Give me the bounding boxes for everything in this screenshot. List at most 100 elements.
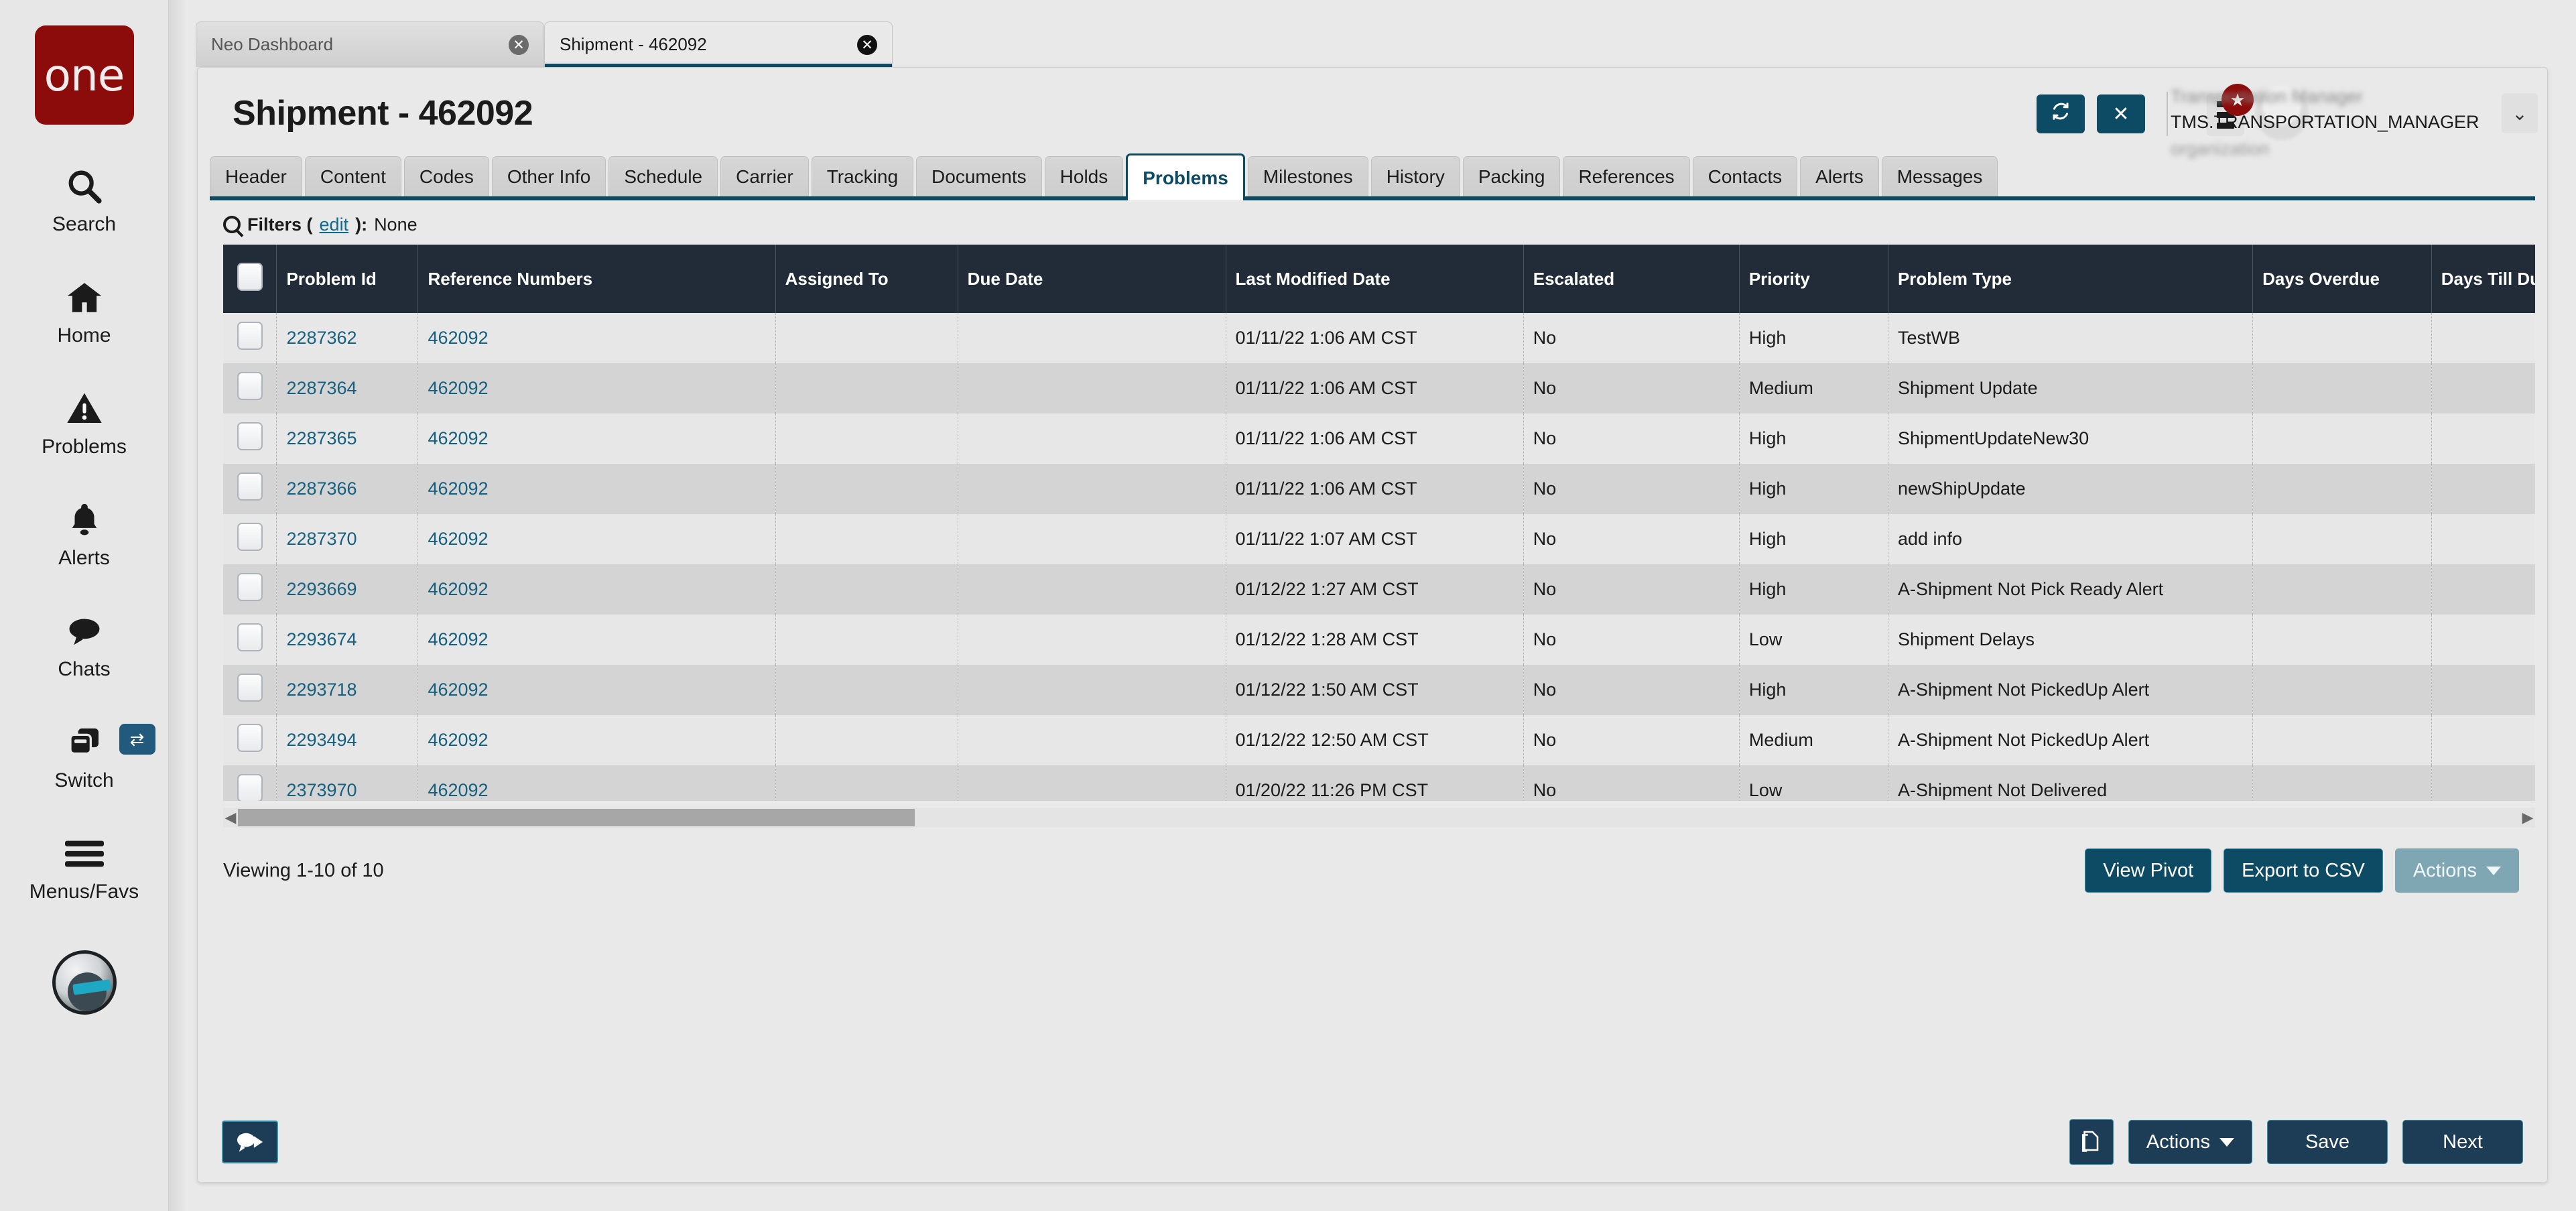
cell-reference-numbers-link[interactable]: 462092 (428, 730, 488, 750)
tab-carrier[interactable]: Carrier (720, 156, 809, 196)
cell-reference-numbers[interactable]: 462092 (418, 765, 775, 801)
row-select-cell[interactable] (223, 313, 277, 363)
cell-problem-id-link[interactable]: 2293669 (286, 579, 357, 599)
row-checkbox[interactable] (237, 422, 263, 450)
close-page-button[interactable]: ✕ (2097, 94, 2145, 133)
scrollbar-thumb[interactable] (238, 809, 915, 826)
cell-reference-numbers-link[interactable]: 462092 (428, 680, 488, 700)
sidebar-item-switch[interactable]: ⇄ Switch (0, 718, 169, 792)
cell-problem-id-link[interactable]: 2293718 (286, 680, 357, 700)
footer-actions-dropdown[interactable]: Actions (2128, 1120, 2252, 1164)
column-header-escalated[interactable]: Escalated (1523, 245, 1739, 313)
browser-tab-neo-dashboard[interactable]: Neo Dashboard ✕ (196, 21, 544, 67)
scroll-left-arrow[interactable]: ◀ (223, 809, 238, 826)
row-checkbox[interactable] (237, 774, 263, 801)
row-checkbox[interactable] (237, 724, 263, 752)
table-row[interactable]: 229371846209201/12/22 1:50 AM CSTNoHighA… (223, 665, 2535, 715)
column-header-due-date[interactable]: Due Date (958, 245, 1226, 313)
tab-history[interactable]: History (1371, 156, 1460, 196)
table-row[interactable]: 228737046209201/11/22 1:07 AM CSTNoHigha… (223, 514, 2535, 564)
cell-reference-numbers[interactable]: 462092 (418, 615, 775, 665)
table-row[interactable]: 229367446209201/12/22 1:28 AM CSTNoLowSh… (223, 615, 2535, 665)
tab-contacts[interactable]: Contacts (1693, 156, 1798, 196)
cell-problem-id[interactable]: 2293674 (277, 615, 418, 665)
table-row[interactable]: 229366946209201/12/22 1:27 AM CSTNoHighA… (223, 564, 2535, 615)
cell-reference-numbers-link[interactable]: 462092 (428, 579, 488, 599)
tab-problems[interactable]: Problems (1126, 153, 1245, 200)
cell-reference-numbers-link[interactable]: 462092 (428, 378, 488, 398)
cell-reference-numbers[interactable]: 462092 (418, 564, 775, 615)
cell-problem-id-link[interactable]: 2293674 (286, 629, 357, 649)
row-select-cell[interactable] (223, 413, 277, 464)
cell-reference-numbers[interactable]: 462092 (418, 665, 775, 715)
sidebar-item-chats[interactable]: Chats (0, 607, 169, 681)
cell-reference-numbers-link[interactable]: 462092 (428, 428, 488, 448)
column-header-assigned-to[interactable]: Assigned To (775, 245, 958, 313)
column-header-days-overdue[interactable]: Days Overdue (2253, 245, 2432, 313)
cell-reference-numbers-link[interactable]: 462092 (428, 529, 488, 549)
chat-send-icon[interactable] (222, 1121, 278, 1163)
table-row[interactable]: 228736646209201/11/22 1:06 AM CSTNoHighn… (223, 464, 2535, 514)
cell-problem-id[interactable]: 2293718 (277, 665, 418, 715)
row-checkbox[interactable] (237, 674, 263, 702)
horizontal-scrollbar[interactable]: ◀ ▶ (223, 808, 2535, 828)
cell-problem-id[interactable]: 2293669 (277, 564, 418, 615)
chevron-down-icon[interactable]: ⌄ (2502, 93, 2538, 133)
tab-content[interactable]: Content (305, 156, 401, 196)
row-select-cell[interactable] (223, 665, 277, 715)
column-header-priority[interactable]: Priority (1739, 245, 1888, 313)
row-select-cell[interactable] (223, 615, 277, 665)
cell-problem-id[interactable]: 2373970 (277, 765, 418, 801)
cell-problem-id-link[interactable]: 2287365 (286, 428, 357, 448)
tab-messages[interactable]: Messages (1882, 156, 1998, 196)
cell-reference-numbers-link[interactable]: 462092 (428, 479, 488, 499)
row-checkbox[interactable] (237, 623, 263, 651)
tab-header[interactable]: Header (210, 156, 302, 196)
browser-tab-shipment[interactable]: Shipment - 462092 ✕ (544, 21, 893, 67)
tab-packing[interactable]: Packing (1463, 156, 1561, 196)
cell-reference-numbers[interactable]: 462092 (418, 514, 775, 564)
refresh-button[interactable] (2037, 94, 2085, 133)
view-pivot-button[interactable]: View Pivot (2085, 848, 2211, 893)
cell-reference-numbers[interactable]: 462092 (418, 715, 775, 765)
sidebar-item-alerts[interactable]: Alerts (0, 496, 169, 570)
tab-schedule[interactable]: Schedule (608, 156, 718, 196)
table-row[interactable]: 237397046209201/20/22 11:26 PM CSTNoLowA… (223, 765, 2535, 801)
row-select-cell[interactable] (223, 363, 277, 413)
cell-reference-numbers-link[interactable]: 462092 (428, 629, 488, 649)
filters-edit-link[interactable]: edit (320, 214, 349, 235)
table-row[interactable]: 228736546209201/11/22 1:06 AM CSTNoHighS… (223, 413, 2535, 464)
app-logo[interactable]: one (35, 25, 134, 125)
column-header-last-modified-date[interactable]: Last Modified Date (1226, 245, 1523, 313)
row-select-cell[interactable] (223, 715, 277, 765)
cell-problem-id-link[interactable]: 2293494 (286, 730, 357, 750)
tab-other-info[interactable]: Other Info (492, 156, 606, 196)
cell-problem-id[interactable]: 2287364 (277, 363, 418, 413)
grid-actions-dropdown[interactable]: Actions (2395, 848, 2519, 893)
robot-head-avatar[interactable] (52, 950, 117, 1015)
table-row[interactable]: 228736246209201/11/22 1:06 AM CSTNoHighT… (223, 313, 2535, 363)
sidebar-item-search[interactable]: Search (0, 162, 169, 236)
scroll-right-arrow[interactable]: ▶ (2520, 809, 2535, 826)
sidebar-item-problems[interactable]: Problems (0, 385, 169, 458)
cell-problem-id[interactable]: 2287365 (277, 413, 418, 464)
row-select-cell[interactable] (223, 464, 277, 514)
cell-reference-numbers[interactable]: 462092 (418, 413, 775, 464)
column-header-problem-type[interactable]: Problem Type (1888, 245, 2252, 313)
cell-problem-id-link[interactable]: 2287366 (286, 479, 357, 499)
tab-alerts[interactable]: Alerts (1800, 156, 1879, 196)
tab-references[interactable]: References (1563, 156, 1689, 196)
select-all-checkbox[interactable] (237, 263, 263, 291)
row-checkbox[interactable] (237, 523, 263, 551)
cell-problem-id[interactable]: 2287370 (277, 514, 418, 564)
select-all-header[interactable] (223, 245, 277, 313)
tab-milestones[interactable]: Milestones (1248, 156, 1368, 196)
tab-codes[interactable]: Codes (404, 156, 489, 196)
save-button[interactable]: Save (2267, 1120, 2388, 1164)
cell-problem-id-link[interactable]: 2373970 (286, 780, 357, 800)
row-checkbox[interactable] (237, 372, 263, 400)
close-circle-icon[interactable]: ✕ (509, 35, 529, 55)
row-checkbox[interactable] (237, 472, 263, 501)
cell-problem-id-link[interactable]: 2287362 (286, 328, 357, 348)
cell-problem-id[interactable]: 2287362 (277, 313, 418, 363)
